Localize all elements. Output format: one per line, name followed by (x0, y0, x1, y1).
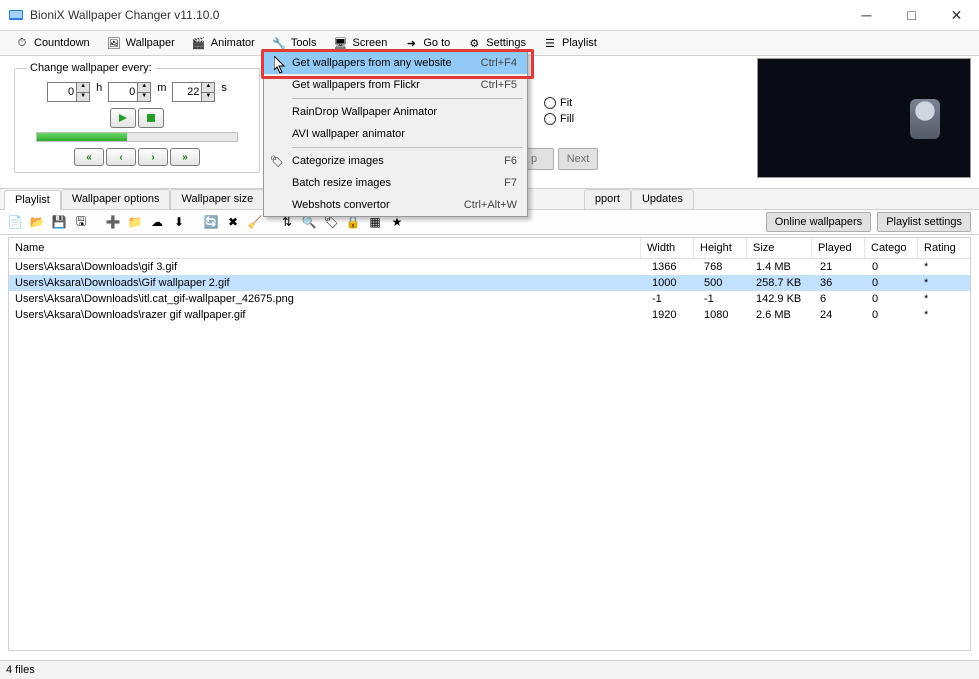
menu-animator[interactable]: 🎬Animator (183, 31, 263, 55)
app-icon (8, 7, 24, 23)
list-icon: ☰ (542, 35, 558, 51)
hours-spinner[interactable]: ▲▼ (47, 82, 90, 102)
wrench-icon: 🔧 (271, 35, 287, 51)
prev-button[interactable]: ‹ (106, 148, 136, 166)
table-row[interactable]: Users\Aksara\Downloads\itl.cat_gif-wallp… (9, 291, 970, 307)
clock-icon: ⏱ (14, 35, 30, 51)
monitor-icon: 🖥 (333, 35, 349, 51)
interval-label: Change wallpaper every: (27, 62, 155, 74)
save-icon[interactable]: 💾 (50, 213, 68, 231)
first-button[interactable]: « (74, 148, 104, 166)
table-row[interactable]: Users\Aksara\Downloads\razer gif wallpap… (9, 307, 970, 323)
menu-wallpaper[interactable]: 🖼Wallpaper (98, 31, 183, 55)
wallpaper-preview (757, 58, 971, 178)
online-wallpapers-button[interactable]: Online wallpapers (766, 212, 871, 232)
table-row[interactable]: Users\Aksara\Downloads\gif 3.gif13667681… (9, 259, 970, 275)
col-played: Played (812, 238, 865, 258)
maximize-button[interactable]: □ (889, 0, 934, 30)
playlist-settings-button[interactable]: Playlist settings (877, 212, 971, 232)
fit-radio[interactable]: Fit (544, 95, 574, 111)
tab-wallpaper-size[interactable]: Wallpaper size (170, 189, 264, 209)
file-count: 4 files (6, 664, 35, 676)
last-button[interactable]: » (170, 148, 200, 166)
delete-icon[interactable]: ✖ (224, 213, 242, 231)
col-category: Catego (865, 238, 918, 258)
col-width: Width (641, 238, 694, 258)
refresh-icon[interactable]: 🔄 (202, 213, 220, 231)
next-button[interactable]: › (138, 148, 168, 166)
tab-updates[interactable]: Updates (631, 189, 694, 209)
open-icon[interactable]: 📂 (28, 213, 46, 231)
next-wallpaper-button[interactable]: Next (558, 148, 598, 170)
fit-group: Fit Fill (544, 95, 574, 127)
cursor-icon (274, 56, 288, 76)
menu-item[interactable]: Get wallpapers from FlickrCtrl+F5 (264, 74, 527, 96)
progress-bar (36, 132, 238, 142)
tab-support[interactable]: pport (584, 189, 631, 209)
window-title: BioniX Wallpaper Changer v11.10.0 (30, 8, 219, 22)
minutes-input[interactable] (108, 82, 138, 102)
stop-button[interactable] (138, 108, 164, 128)
col-name: Name (9, 238, 641, 258)
menu-item[interactable]: Batch resize imagesF7 (264, 172, 527, 194)
col-rating: Rating (918, 238, 970, 258)
menu-countdown[interactable]: ⏱Countdown (6, 31, 98, 55)
menu-playlist[interactable]: ☰Playlist (534, 31, 605, 55)
col-size: Size (747, 238, 812, 258)
new-icon[interactable]: 📄 (6, 213, 24, 231)
tab-playlist[interactable]: Playlist (4, 190, 61, 210)
col-height: Height (694, 238, 747, 258)
table-row[interactable]: Users\Aksara\Downloads\Gif wallpaper 2.g… (9, 275, 970, 291)
picture-icon: 🖼 (106, 35, 122, 51)
title-bar: BioniX Wallpaper Changer v11.10.0 ─ □ ✕ (0, 0, 979, 30)
down-icon[interactable]: ⬇ (170, 213, 188, 231)
tools-dropdown: Get wallpapers from any websiteCtrl+F4Ge… (263, 51, 528, 217)
status-bar: 4 files (0, 660, 979, 679)
minimize-button[interactable]: ─ (844, 0, 889, 30)
playlist-table[interactable]: Name Width Height Size Played Catego Rat… (8, 237, 971, 651)
menu-item[interactable]: AVI wallpaper animator (264, 123, 527, 145)
hours-input[interactable] (47, 82, 77, 102)
add-file-icon[interactable]: ➕ (104, 213, 122, 231)
tab-wallpaper-options[interactable]: Wallpaper options (61, 189, 171, 209)
saveas-icon[interactable]: 🖫 (72, 213, 90, 231)
minutes-spinner[interactable]: ▲▼ (108, 82, 151, 102)
tag-icon: 🏷 (269, 153, 285, 169)
fill-radio[interactable]: Fill (544, 111, 574, 127)
menu-item[interactable]: RainDrop Wallpaper Animator (264, 101, 527, 123)
cloud-icon[interactable]: ☁ (148, 213, 166, 231)
menu-item[interactable]: Get wallpapers from any websiteCtrl+F4 (264, 52, 527, 74)
gear-icon: ⚙ (466, 35, 482, 51)
seconds-input[interactable] (172, 82, 202, 102)
menu-item[interactable]: Webshots convertorCtrl+Alt+W (264, 194, 527, 216)
menu-item[interactable]: 🏷Categorize imagesF6 (264, 150, 527, 172)
close-button[interactable]: ✕ (934, 0, 979, 30)
seconds-spinner[interactable]: ▲▼ (172, 82, 215, 102)
clean-icon[interactable]: 🧹 (246, 213, 264, 231)
play-button[interactable] (110, 108, 136, 128)
add-folder-icon[interactable]: 📁 (126, 213, 144, 231)
table-header[interactable]: Name Width Height Size Played Catego Rat… (9, 238, 970, 259)
film-icon: 🎬 (191, 35, 207, 51)
interval-group: Change wallpaper every: ▲▼ h ▲▼ m ▲▼ s (14, 62, 260, 173)
arrow-icon: ➜ (403, 35, 419, 51)
